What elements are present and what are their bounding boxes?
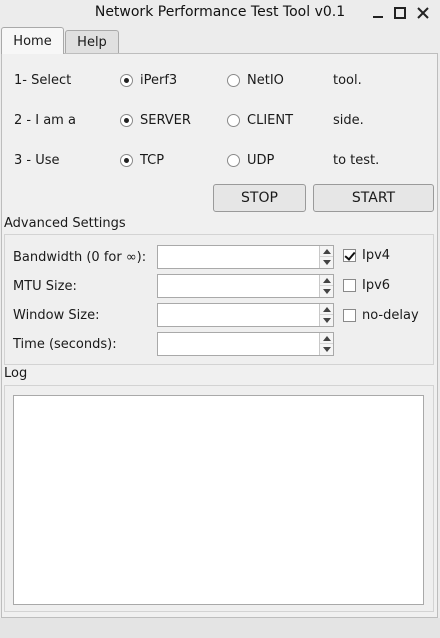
tab-home[interactable]: Home	[1, 27, 64, 54]
time-spinbox[interactable]	[157, 332, 334, 356]
radio-iperf3-label[interactable]: iPerf3	[140, 73, 177, 88]
mtu-spinbox[interactable]	[157, 274, 334, 298]
spin-down-icon[interactable]	[320, 344, 333, 355]
spin-down-icon[interactable]	[320, 286, 333, 297]
radio-tcp-label[interactable]: TCP	[140, 153, 164, 168]
radio-server-label[interactable]: SERVER	[140, 113, 191, 128]
spin-up-icon[interactable]	[320, 333, 333, 344]
log-textarea[interactable]	[13, 395, 424, 605]
radio-iperf3[interactable]	[120, 74, 133, 87]
mtu-label: MTU Size:	[13, 279, 77, 294]
radio-tcp[interactable]	[120, 154, 133, 167]
minimize-icon[interactable]	[368, 3, 388, 23]
close-icon[interactable]	[413, 3, 433, 23]
spin-up-icon[interactable]	[320, 275, 333, 286]
time-label: Time (seconds):	[13, 337, 117, 352]
row-select-label: 1- Select	[14, 73, 72, 88]
row-select-suffix: tool.	[333, 73, 362, 88]
window-size-label: Window Size:	[13, 308, 100, 323]
no-delay-checkbox[interactable]	[343, 309, 356, 322]
spin-up-icon[interactable]	[320, 246, 333, 257]
spin-up-icon[interactable]	[320, 304, 333, 315]
radio-udp[interactable]	[227, 154, 240, 167]
row-side-label: 2 - I am a	[14, 113, 76, 128]
radio-netio[interactable]	[227, 74, 240, 87]
radio-client-label[interactable]: CLIENT	[247, 113, 293, 128]
status-strip	[0, 618, 440, 638]
tab-bar: Home Help	[1, 27, 439, 54]
row-side-suffix: side.	[333, 113, 364, 128]
maximize-icon[interactable]	[390, 3, 410, 23]
ipv6-checkbox[interactable]	[343, 279, 356, 292]
ipv6-label[interactable]: Ipv6	[362, 278, 390, 293]
advanced-settings-title: Advanced Settings	[4, 216, 126, 231]
title-bar: Network Performance Test Tool v0.1	[0, 0, 440, 26]
row-protocol-label: 3 - Use	[14, 153, 60, 168]
log-title: Log	[4, 366, 28, 381]
tab-help[interactable]: Help	[65, 30, 119, 54]
stop-button[interactable]: STOP	[213, 184, 306, 212]
radio-netio-label[interactable]: NetIO	[247, 73, 284, 88]
ipv4-checkbox[interactable]	[343, 249, 356, 262]
spin-down-icon[interactable]	[320, 315, 333, 326]
start-button[interactable]: START	[313, 184, 434, 212]
spin-down-icon[interactable]	[320, 257, 333, 268]
bandwidth-label: Bandwidth (0 for ∞):	[13, 250, 147, 265]
radio-udp-label[interactable]: UDP	[247, 153, 274, 168]
radio-client[interactable]	[227, 114, 240, 127]
ipv4-label[interactable]: Ipv4	[362, 248, 390, 263]
window-size-spinbox[interactable]	[157, 303, 334, 327]
no-delay-label[interactable]: no-delay	[362, 308, 419, 323]
row-protocol-suffix: to test.	[333, 153, 380, 168]
radio-server[interactable]	[120, 114, 133, 127]
bandwidth-spinbox[interactable]	[157, 245, 334, 269]
